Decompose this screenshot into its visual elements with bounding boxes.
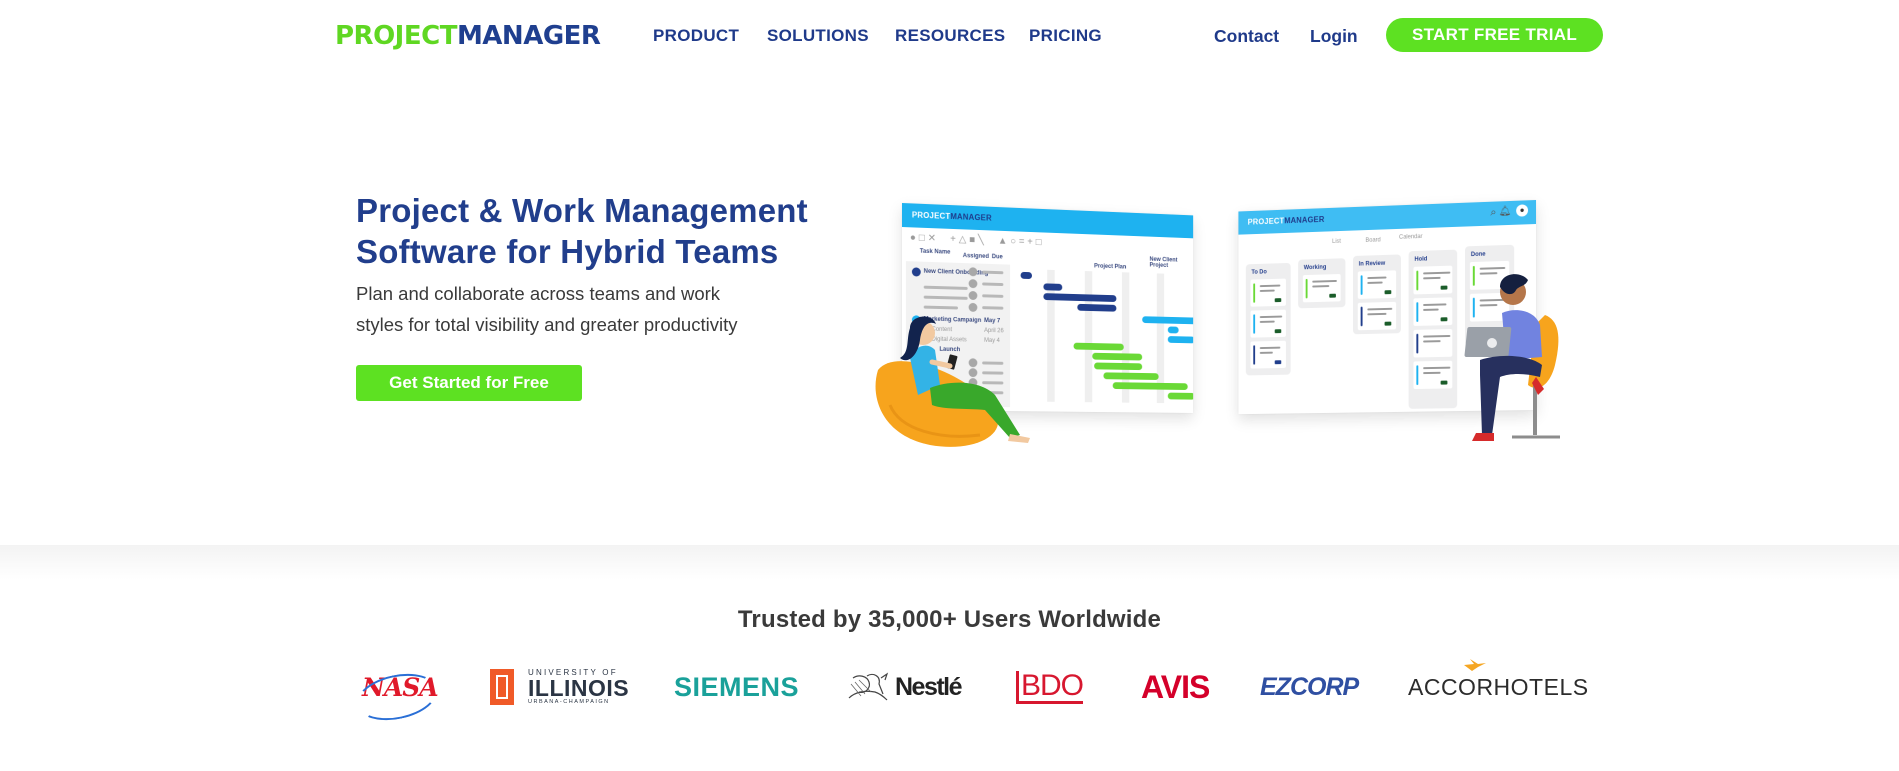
- gantt-col-due: Due: [991, 254, 1003, 261]
- triangle-icon: △: [958, 234, 970, 246]
- board-card: [1302, 273, 1341, 303]
- board-mockup-logo: PROJECTMANAGER: [1247, 214, 1325, 227]
- hero-title: Project & Work Management Software for H…: [356, 190, 876, 272]
- hero-title-line-2: Software for Hybrid Teams: [356, 233, 779, 270]
- line-icon: ╲: [977, 234, 987, 247]
- gantt-bar: [1092, 352, 1143, 361]
- nestle-logo: Nestlé: [845, 664, 963, 710]
- hero-subtitle-line-2: styles for total visibility and greater …: [356, 314, 738, 335]
- gantt-bar: [1167, 336, 1194, 344]
- block-icon: ■: [969, 234, 978, 246]
- projectmanager-logo[interactable]: PROJECTMANAGER: [335, 21, 601, 51]
- board-card: [1357, 301, 1397, 331]
- gantt-bar: [1043, 283, 1063, 291]
- contact-link[interactable]: Contact: [1214, 25, 1279, 47]
- start-free-trial-button[interactable]: START FREE TRIAL: [1386, 18, 1603, 52]
- bdo-logo: BDO: [1016, 664, 1084, 710]
- nestle-nest-icon: [848, 672, 889, 701]
- logo-part-project: PROJECT: [335, 21, 457, 51]
- woman-on-beanbag-illustration: [875, 316, 1030, 447]
- man-on-chair-illustration: [1464, 274, 1560, 441]
- gantt-bar: [1167, 392, 1194, 400]
- site-header: PROJECTMANAGER PRODUCT SOLUTIONS RESOURC…: [0, 0, 1899, 70]
- gantt-bar: [1112, 382, 1188, 391]
- nav-product[interactable]: PRODUCT: [653, 25, 739, 47]
- board-card: [1250, 309, 1286, 338]
- board-card: [1357, 270, 1397, 299]
- gantt-col-assigned: Assigned: [962, 253, 989, 260]
- column-title: In Review: [1358, 260, 1386, 268]
- column-title: Done: [1470, 251, 1486, 259]
- search-icon: ⌕: [1490, 206, 1497, 219]
- gantt-bar: [1094, 362, 1143, 371]
- siemens-logo: SIEMENS: [674, 671, 800, 702]
- hero-subtitle-line-1: Plan and collaborate across teams and wo…: [356, 283, 721, 304]
- illinois-block-i-icon: [490, 669, 514, 705]
- gantt-bar: [1103, 372, 1159, 381]
- bell-icon: 🔔︎: [1498, 205, 1512, 218]
- hero-subtitle: Plan and collaborate across teams and wo…: [356, 278, 816, 340]
- login-link[interactable]: Login: [1310, 25, 1358, 47]
- gantt-bar: [1142, 316, 1194, 325]
- gantt-bar: [1020, 271, 1033, 280]
- square-icon: □: [918, 232, 928, 244]
- hero-title-line-1: Project & Work Management: [356, 192, 808, 229]
- trusted-by-title: Trusted by 35,000+ Users Worldwide: [737, 606, 1162, 633]
- section-divider-band: [0, 545, 1899, 580]
- nav-resources[interactable]: RESOURCES: [895, 25, 1005, 47]
- shape-triangle-icon: ▲: [997, 235, 1011, 247]
- board-view-calendar: Calendar: [1398, 233, 1423, 241]
- task-dot: [911, 267, 921, 277]
- close-icon: ✕: [927, 232, 939, 245]
- column-title: To Do: [1251, 269, 1267, 276]
- gantt-bar: [1077, 303, 1117, 312]
- nav-pricing[interactable]: PRICING: [1029, 25, 1102, 47]
- plus-icon: +: [950, 233, 959, 246]
- user-avatar-icon: ●: [1516, 204, 1529, 217]
- board-column-todo: To Do: [1245, 262, 1291, 376]
- board-mockup-header: PROJECTMANAGER ⌕ 🔔︎ ●: [1238, 200, 1536, 235]
- board-card: [1250, 278, 1286, 307]
- equals-icon: =: [1018, 236, 1028, 248]
- gantt-mockup-logo: PROJECTMANAGER: [911, 210, 992, 223]
- add-icon: +: [1027, 236, 1036, 248]
- frame-icon: □: [1035, 237, 1045, 249]
- board-column-in-review: In Review: [1353, 254, 1401, 335]
- gantt-toolbar: ●□✕ +△■╲ ▲○=+□: [910, 232, 1044, 248]
- shape-circle-icon: ○: [1010, 236, 1019, 248]
- column-title: Working: [1303, 264, 1327, 272]
- accorhotels-logo: ACCORHOTELS: [1408, 658, 1589, 710]
- gantt-col-task: Task Name: [919, 248, 951, 256]
- get-started-button[interactable]: Get Started for Free: [356, 365, 582, 401]
- board-view-board: Board: [1365, 237, 1381, 244]
- logo-part-manager: MANAGER: [456, 21, 601, 51]
- gantt-project-name: New Client Project: [1149, 256, 1178, 269]
- avis-logo: AVIS: [1141, 668, 1210, 705]
- task-name: New Client Onboarding: [923, 268, 989, 277]
- gantt-plan-label: Project Plan: [1094, 263, 1127, 271]
- circle-icon: ●: [909, 232, 919, 244]
- accor-bird-icon: [1464, 658, 1486, 671]
- board-column-working: Working: [1298, 258, 1346, 309]
- university-of-illinois-logo: UNIVERSITY OF ILLINOIS URBANA-CHAMPAIGN: [490, 664, 629, 710]
- ezcorp-logo: EZCORP: [1260, 672, 1359, 701]
- gantt-bar: [1167, 326, 1179, 334]
- gantt-bar: [1073, 342, 1124, 351]
- nav-solutions[interactable]: SOLUTIONS: [767, 25, 869, 47]
- board-view-list: List: [1332, 238, 1341, 245]
- board-card: [1250, 340, 1286, 369]
- column-title: Hold: [1414, 256, 1428, 263]
- nasa-logo: NASA: [352, 664, 442, 727]
